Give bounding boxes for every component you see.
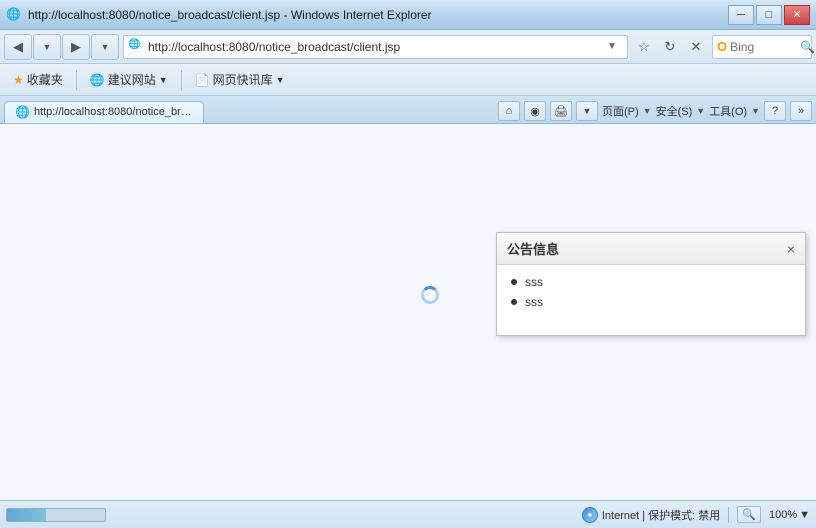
notice-close-button[interactable]: × xyxy=(787,242,795,256)
status-divider xyxy=(728,507,729,523)
favorites-button[interactable]: ★ 收藏夹 xyxy=(4,67,72,92)
notice-item-text-2: sss xyxy=(525,295,543,309)
progress-bar xyxy=(6,508,106,522)
close-button[interactable]: ✕ xyxy=(784,5,810,25)
active-tab[interactable]: 🌐 http://localhost:8080/notice_broadcast… xyxy=(4,101,204,123)
internet-label: Internet | 保护模式: 禁用 xyxy=(602,507,720,523)
nav-icons: ☆ ↻ ✕ xyxy=(632,35,708,59)
safety-dropdown-icon[interactable]: ▼ xyxy=(696,106,705,116)
notice-body: sss sss xyxy=(497,265,805,335)
suggest-icon: 🌐 xyxy=(90,73,105,87)
tab-icon: 🌐 xyxy=(15,105,30,119)
title-bar: 🌐 http://localhost:8080/notice_broadcast… xyxy=(0,0,816,30)
bullet-icon xyxy=(511,299,517,305)
progress-bar-fill xyxy=(7,509,46,521)
list-item: sss xyxy=(511,295,791,309)
address-bar: ◀ ▼ ▶ ▼ 🌐 ▼ ☆ ↻ ✕ O 🔍 xyxy=(0,30,816,64)
print-button[interactable]: 🖨 xyxy=(550,101,572,121)
suggest-dropdown-icon: ▼ xyxy=(159,75,168,85)
star-icon: ★ xyxy=(13,73,24,87)
home-button[interactable]: ⌂ xyxy=(498,101,520,121)
safety-label[interactable]: 安全(S) xyxy=(656,103,693,119)
bing-icon: O xyxy=(717,39,727,54)
loading-spinner xyxy=(421,286,439,304)
forward-icon: ▶ xyxy=(71,39,81,55)
address-input[interactable] xyxy=(148,40,607,54)
loading-cursor xyxy=(421,286,443,308)
tab-bar: 🌐 http://localhost:8080/notice_broadcast… xyxy=(0,96,816,124)
help-button[interactable]: ? xyxy=(764,101,786,121)
window-controls: ─ □ ✕ xyxy=(728,5,810,25)
tab-label: http://localhost:8080/notice_broadcast/c… xyxy=(34,106,193,118)
tab-toolbar: ⌂ ◉ 🖨 ▼ 页面(P) ▼ 安全(S) ▼ 工具(O) ▼ ? » xyxy=(204,101,812,123)
toolbar-separator-2 xyxy=(181,70,182,90)
notice-header: 公告信息 × xyxy=(497,233,805,265)
print-dropdown[interactable]: ▼ xyxy=(576,101,598,121)
notice-panel: 公告信息 × sss sss xyxy=(496,232,806,336)
stop-button[interactable]: ✕ xyxy=(684,35,708,59)
quicklinks-dropdown-icon: ▼ xyxy=(276,75,285,85)
address-ie-icon: 🌐 xyxy=(128,39,144,55)
status-internet: ● Internet | 保护模式: 禁用 xyxy=(582,507,720,523)
notice-title: 公告信息 xyxy=(507,239,559,258)
notice-item-text-1: sss xyxy=(525,275,543,289)
forward-button[interactable]: ▶ xyxy=(62,34,90,60)
favorites-star-icon[interactable]: ☆ xyxy=(632,35,656,59)
status-bar: ● Internet | 保护模式: 禁用 🔍 100% ▼ xyxy=(0,500,816,528)
status-zoom: 100% ▼ xyxy=(769,509,810,521)
toolbar-separator-1 xyxy=(76,70,77,90)
tools-dropdown-icon[interactable]: ▼ xyxy=(751,106,760,116)
forward-dropdown[interactable]: ▼ xyxy=(91,34,119,60)
status-right: ● Internet | 保护模式: 禁用 🔍 100% ▼ xyxy=(582,506,810,523)
back-button[interactable]: ◀ xyxy=(4,34,32,60)
list-item: sss xyxy=(511,275,791,289)
zoom-label: 100% xyxy=(769,509,797,521)
back-dropdown[interactable]: ▼ xyxy=(33,34,61,60)
ie-icon: 🌐 xyxy=(6,7,22,23)
page-dropdown-icon[interactable]: ▼ xyxy=(643,106,652,116)
more-button[interactable]: » xyxy=(790,101,812,121)
restore-button[interactable]: □ xyxy=(756,5,782,25)
back-icon: ◀ xyxy=(13,39,23,55)
search-wrap: O 🔍 xyxy=(712,35,812,59)
bullet-icon xyxy=(511,279,517,285)
quicklinks-button[interactable]: 📄 网页快讯库 ▼ xyxy=(186,67,294,92)
zoom-decrease-button[interactable]: 🔍 xyxy=(737,506,761,523)
content-area: 公告信息 × sss sss xyxy=(0,124,816,500)
globe-icon: ● xyxy=(582,507,598,523)
search-button[interactable]: 🔍 xyxy=(800,40,815,54)
tools-label[interactable]: 工具(O) xyxy=(709,103,747,119)
window-title: http://localhost:8080/notice_broadcast/c… xyxy=(28,8,728,22)
quicklinks-icon: 📄 xyxy=(195,73,210,87)
refresh-button[interactable]: ↻ xyxy=(658,35,682,59)
suggest-button[interactable]: 🌐 建议网站 ▼ xyxy=(81,67,177,92)
search-input[interactable] xyxy=(730,40,800,54)
minimize-button[interactable]: ─ xyxy=(728,5,754,25)
toolbar: ★ 收藏夹 🌐 建议网站 ▼ 📄 网页快讯库 ▼ xyxy=(0,64,816,96)
address-input-wrap: 🌐 ▼ xyxy=(123,35,628,59)
rss-button[interactable]: ◉ xyxy=(524,101,546,121)
page-label[interactable]: 页面(P) xyxy=(602,103,639,119)
zoom-dropdown-icon[interactable]: ▼ xyxy=(799,509,810,521)
address-dropdown-icon[interactable]: ▼ xyxy=(607,41,623,52)
